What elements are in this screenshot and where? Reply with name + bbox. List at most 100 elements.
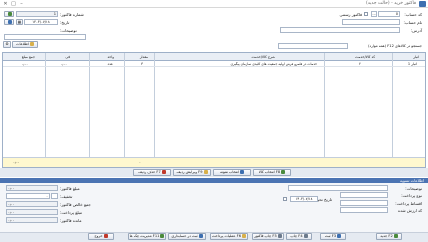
col-divider	[45, 53, 46, 167]
remaining-label: مانده فاکتور:	[60, 218, 82, 223]
official-invoice-checkbox[interactable]	[364, 12, 368, 16]
col-header-total[interactable]: جمع مبلغ	[22, 55, 35, 59]
official-invoice-label: فاکتور رسمی	[339, 12, 362, 17]
save-key: F3	[331, 234, 337, 238]
grid-footer	[3, 157, 425, 167]
col-header-description[interactable]: شرح کالا/خدمت	[252, 55, 275, 59]
item-search-label: جستجو در کالاهای F12 (همه موارد)	[368, 44, 422, 48]
payment-ops-button[interactable]: F6 عملیات پرداخت	[210, 233, 248, 240]
invoice-no-label: شماره فاکتور:	[60, 12, 84, 17]
description-label: توضیحات:	[60, 28, 77, 33]
save-label: ثبت	[324, 234, 331, 238]
date-field[interactable]: ۱۴۰۳/۰۷/۱۸	[24, 19, 58, 25]
discount-type-select[interactable]	[51, 193, 58, 199]
check-management-button[interactable]: F11 مدیریت چک ها	[128, 233, 166, 240]
cell-description: خدمات در قلمرو فرش اولیه جمعیت های کلیدی…	[230, 62, 317, 66]
discount-field[interactable]: ۰	[6, 193, 50, 199]
select-item-label: انتخاب کالا	[258, 170, 275, 174]
window-title: فاکتور خرید - (حالت جدید)	[366, 1, 416, 6]
app-icon	[419, 1, 426, 7]
cell-unit: عدد	[107, 62, 113, 66]
delivery-date-field[interactable]: ۱۴۰۳/۰۷/۱۸	[290, 196, 318, 202]
net-sum-field: ۰٫۰۰	[6, 201, 58, 207]
select-template-button[interactable]: انتخاب نمونه	[213, 169, 251, 176]
account-code-field[interactable]: 0	[378, 11, 400, 17]
invoice-nav-button[interactable]	[4, 11, 14, 17]
bank-field[interactable]	[340, 207, 388, 213]
col-divider	[89, 53, 90, 167]
settlement-description-field[interactable]	[288, 185, 388, 191]
print-key: F4	[298, 234, 303, 238]
footer-total: ۰٫۰۰	[13, 160, 20, 164]
invoice-no-field[interactable]: 1	[16, 11, 58, 17]
calendar-icon[interactable]: ▦	[16, 19, 23, 25]
payment-type-select[interactable]	[340, 192, 388, 198]
bank-label: کد ارزش شده	[398, 208, 422, 213]
date-label: تاریخ:	[60, 20, 70, 25]
select-item-button[interactable]: F8 انتخاب کالا	[253, 169, 291, 176]
cell-qty: ۳	[141, 62, 143, 66]
exit-button[interactable]: خروج	[88, 233, 114, 240]
settlement-description-label: توضیحات:	[405, 186, 422, 191]
settings-icon[interactable]: ⚙	[3, 41, 11, 48]
col-header-code[interactable]: کد کالا/خدمت	[355, 55, 375, 59]
account-name-label: نام حساب:	[403, 20, 422, 25]
paid-label: مبلغ پرداخت:	[60, 210, 83, 215]
new-label: جدید	[380, 234, 388, 238]
print-button[interactable]: F4 چاپ	[286, 233, 312, 240]
select-item-key: F8	[275, 170, 281, 174]
items-grid[interactable]: انبار کد کالا/خدمت شرح کالا/خدمت مقدار و…	[2, 52, 426, 168]
print-invoice-button[interactable]: F5 چاپ فاکتور	[252, 233, 284, 240]
paid-field: ۰٫۰۰	[6, 209, 58, 215]
delete-row-key: F7	[156, 170, 161, 174]
invoice-sum-label: مبلغ فاکتور:	[60, 186, 80, 191]
minimize-icon[interactable]: –	[18, 1, 25, 7]
print-label: چاپ	[290, 234, 298, 238]
new-key: F2	[388, 234, 393, 238]
info-button[interactable]: اطلاعات	[12, 41, 38, 48]
col-divider	[392, 53, 393, 167]
edit-row-button[interactable]: F9 ویرایش ردیف	[173, 169, 211, 176]
col-divider	[124, 53, 125, 167]
cell-price: ۰٫۰۰	[60, 62, 67, 66]
discount-label: تخفیف:	[60, 194, 73, 199]
col-header-unit[interactable]: واحد	[107, 55, 114, 59]
save-button[interactable]: F3 ثبت	[320, 233, 346, 240]
footer-qty: ۰	[139, 160, 141, 164]
new-button[interactable]: F2 جدید	[376, 233, 402, 240]
check-key: F11	[152, 234, 160, 238]
description-field[interactable]	[4, 34, 86, 40]
invoice-sum-field: ۰٫۰۰	[6, 185, 58, 191]
account-name-field[interactable]	[342, 19, 400, 25]
payment-ops-key: F6	[236, 234, 241, 238]
close-icon[interactable]: ✕	[2, 1, 9, 7]
maximize-icon[interactable]: □	[10, 1, 17, 7]
edit-row-key: F9	[198, 170, 203, 174]
info-button-label: اطلاعات	[16, 42, 29, 46]
cell-warehouse: انبار 1	[407, 62, 417, 66]
remaining-field: ۰٫۰۰	[6, 217, 58, 223]
cell-total: ۰٫۰۰	[21, 62, 28, 66]
item-search-field[interactable]	[278, 43, 348, 49]
delete-row-label: حذف ردیف	[138, 170, 156, 174]
accounting-button[interactable]: ثبت در حسابداری	[168, 233, 206, 240]
delivery-date-checkbox[interactable]	[283, 197, 287, 201]
col-header-price[interactable]: فی	[65, 55, 70, 59]
installments-field[interactable]	[340, 200, 388, 206]
account-search-button[interactable]: ...	[371, 11, 377, 17]
payment-ops-label: عملیات پرداخت	[212, 234, 236, 238]
col-header-qty[interactable]: مقدار	[140, 55, 148, 59]
print-invoice-label: چاپ فاکتور	[254, 234, 272, 238]
account-code-label: کد حساب:	[404, 12, 422, 17]
cell-code: ۲	[359, 62, 361, 66]
col-divider	[324, 53, 325, 167]
net-sum-label: جمع خالص فاکتور:	[60, 202, 91, 207]
col-divider	[154, 53, 155, 167]
col-header-warehouse[interactable]: انبار	[413, 55, 419, 59]
address-label: آدرس:	[410, 28, 422, 33]
accounting-label: ثبت در حسابداری	[171, 234, 198, 238]
payment-type-label: نوع پرداخت:	[401, 193, 422, 198]
refresh-button[interactable]	[4, 19, 14, 25]
delete-row-button[interactable]: F7 حذف ردیف	[133, 169, 171, 176]
address-field[interactable]	[280, 27, 400, 33]
